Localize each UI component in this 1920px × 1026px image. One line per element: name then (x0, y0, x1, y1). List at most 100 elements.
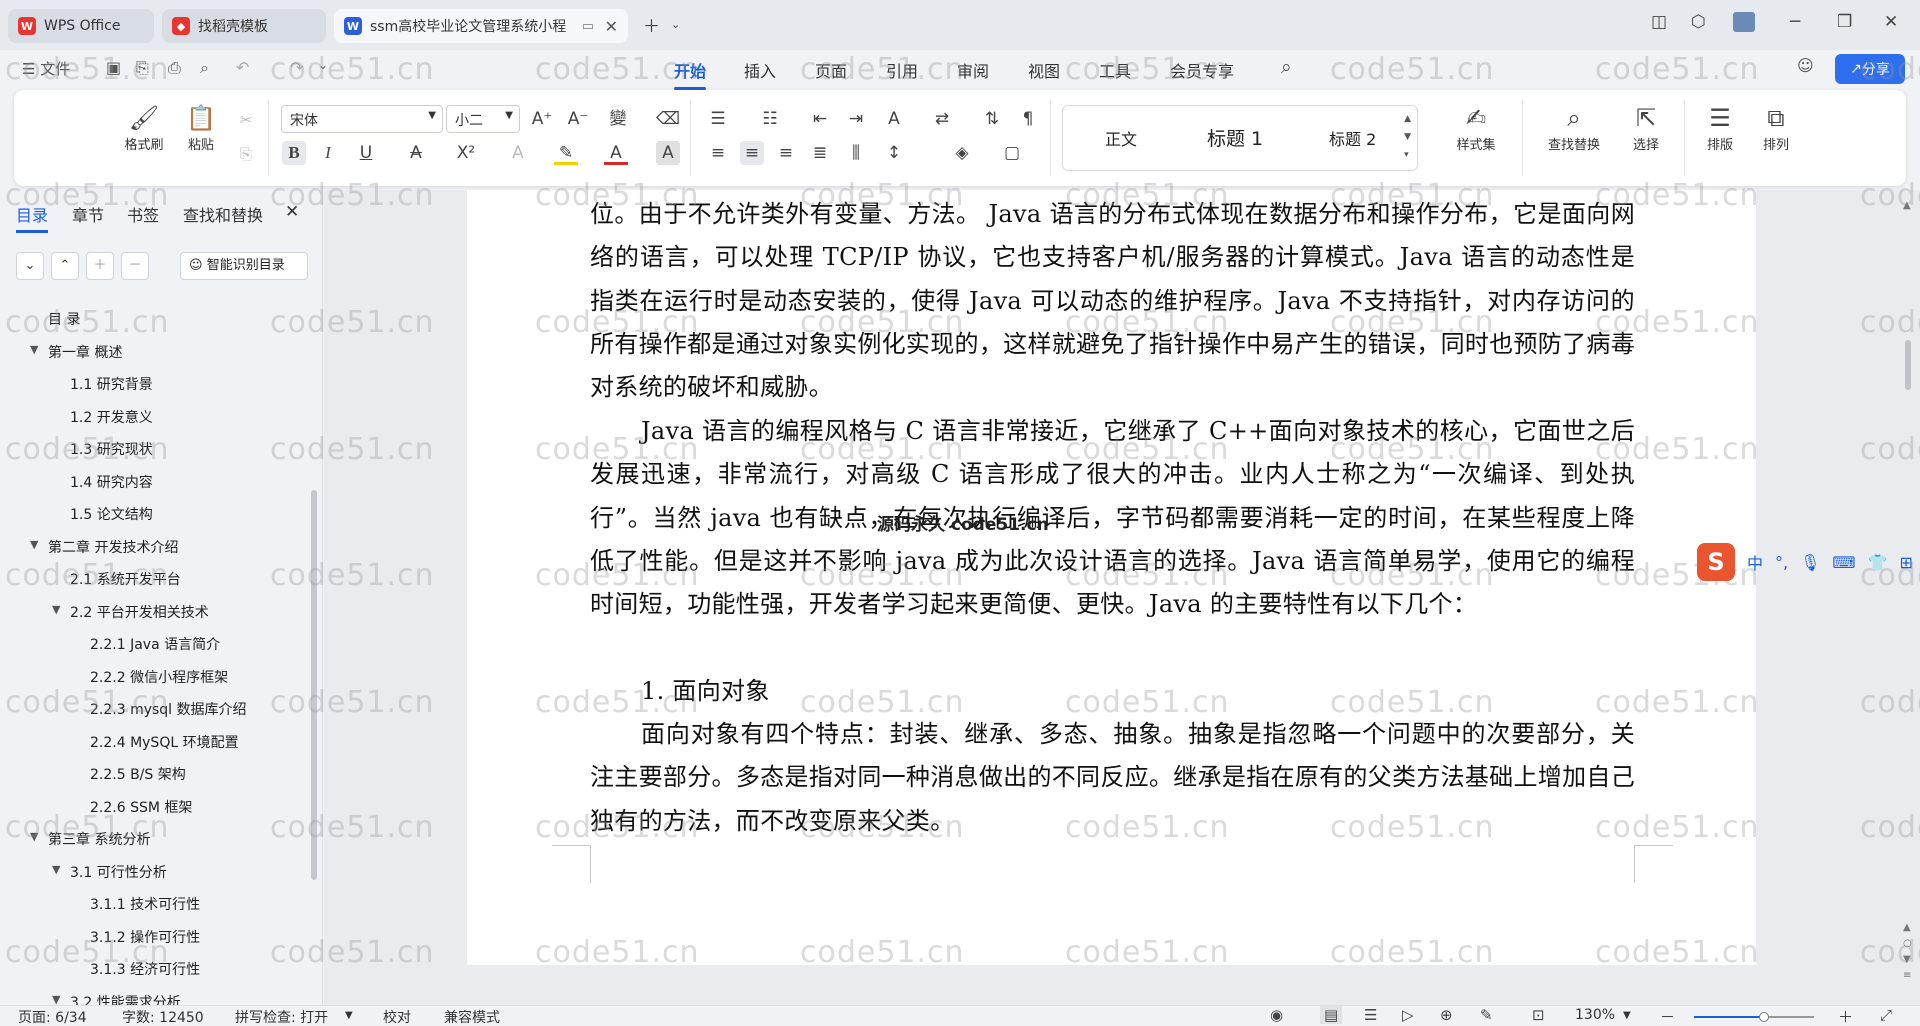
clear-format-icon[interactable]: ⌫ (656, 107, 680, 131)
line-spacing-icon[interactable]: ↕ (882, 141, 906, 165)
copy-icon[interactable]: ⎘ (234, 142, 258, 166)
ime-punct[interactable]: °, (1775, 553, 1788, 572)
toc-item[interactable]: 1.5 论文结构 (70, 504, 153, 524)
toc-item[interactable]: 1.2 开发意义 (70, 407, 153, 427)
toc-item[interactable]: 1.1 研究背景 (70, 374, 153, 394)
ime-mode[interactable]: 中 (1747, 550, 1763, 574)
chevron-down-icon[interactable]: ▼ (1623, 1010, 1631, 1021)
layout-button[interactable]: ☰ 排版 (1692, 102, 1748, 153)
expand-all-icon[interactable]: ⌄ (16, 252, 44, 280)
toc-item[interactable]: 3.1.1 技术可行性 (90, 894, 200, 914)
highlight-icon[interactable]: ✎ (554, 141, 578, 165)
microphone-icon[interactable]: 🎙 (1800, 553, 1820, 572)
fullscreen-icon[interactable]: ⤢ (1880, 1006, 1892, 1024)
monitor-icon[interactable]: ▭ (582, 19, 594, 34)
minimize-icon[interactable]: ─ (1790, 12, 1800, 32)
style-normal[interactable]: 正文 (1105, 126, 1137, 150)
outline-icon[interactable]: ☰ (1364, 1006, 1377, 1024)
skin-icon[interactable]: 👕 (1868, 553, 1888, 572)
style-heading-2[interactable]: 标题 2 (1329, 126, 1376, 150)
grow-font-icon[interactable]: A⁺ (530, 107, 554, 131)
sogou-logo-icon[interactable]: S (1697, 543, 1735, 581)
increase-indent-icon[interactable]: ⇥ (844, 107, 868, 131)
paste-button[interactable]: 📋 粘贴 (176, 102, 226, 153)
menu-insert[interactable]: 插入 (744, 58, 776, 82)
distribute-icon[interactable]: ⫼ (844, 141, 868, 165)
justify-icon[interactable]: ≣ (808, 141, 832, 165)
toc-item[interactable]: 2.2.5 B/S 架构 (90, 764, 186, 784)
collapse-all-icon[interactable]: ⌃ (51, 252, 79, 280)
font-size-select[interactable]: 小二 ▼ (446, 105, 520, 133)
show-marks-icon[interactable]: ¶ (1016, 107, 1040, 131)
expand-arrow-icon[interactable]: ▼ (52, 993, 60, 1006)
page-nav-icons[interactable]: ▲ ○ ▼ ≡ (1903, 920, 1912, 984)
sort-icon[interactable]: ⇅ (980, 107, 1004, 131)
menu-view[interactable]: 视图 (1028, 58, 1060, 82)
zoom-out-icon[interactable]: － (1660, 1006, 1675, 1026)
tab-docer[interactable]: ◆ 找稻壳模板 (162, 9, 326, 43)
bold-icon[interactable]: B (282, 141, 306, 165)
find-replace-button[interactable]: ⌕ 查找替换 (1532, 102, 1616, 153)
chevron-down-icon[interactable]: ⌄ (671, 18, 680, 31)
smart-toc-button[interactable]: ☺ 智能识别目录 (180, 252, 308, 280)
document-scrollbar[interactable] (1905, 340, 1911, 390)
strikethrough-icon[interactable]: A (404, 141, 428, 165)
play-icon[interactable]: ▷ (1402, 1006, 1414, 1024)
select-button[interactable]: ⇱ 选择 (1618, 102, 1674, 153)
zoom-slider-knob[interactable] (1759, 1012, 1769, 1022)
expand-arrow-icon[interactable]: ▼ (52, 603, 60, 616)
web-view-icon[interactable]: ⊕ (1440, 1006, 1453, 1024)
shrink-font-icon[interactable]: A⁻ (566, 107, 590, 131)
expand-arrow-icon[interactable]: ▼ (30, 343, 38, 356)
zoom-level[interactable]: 130% (1575, 1007, 1615, 1023)
expand-arrow-icon[interactable]: ▼ (30, 538, 38, 551)
remove-heading-icon[interactable]: － (121, 252, 149, 280)
italic-icon[interactable]: I (316, 141, 340, 165)
toc-item[interactable]: ▼ 3.1 可行性分析 (52, 862, 167, 882)
search-icon[interactable]: ⌕ (1281, 56, 1292, 78)
tab-find-replace[interactable]: 查找和替换 (183, 202, 263, 226)
align-left-icon[interactable]: ≡ (706, 141, 730, 165)
style-heading-1[interactable]: 标题 1 (1207, 124, 1263, 151)
cube-icon[interactable]: ⬡ (1691, 12, 1706, 32)
proofread[interactable]: 校对 (383, 1007, 411, 1026)
add-heading-icon[interactable]: ＋ (86, 252, 114, 280)
undo-icon[interactable]: ↶ (236, 58, 249, 77)
bullet-list-icon[interactable]: ☰ (706, 107, 730, 131)
pen-icon[interactable]: ✎ (1480, 1006, 1493, 1024)
print-icon[interactable]: ⎙ (168, 58, 181, 78)
layout-icon[interactable]: ◫ (1651, 12, 1667, 32)
spell-check[interactable]: 拼写检查: 打开 (235, 1007, 328, 1026)
arrange-button[interactable]: ⧉ 排列 (1748, 102, 1804, 153)
cut-icon[interactable]: ✂ (234, 108, 258, 132)
style-set-button[interactable]: ✍ 样式集 (1440, 102, 1512, 153)
new-tab-icon[interactable]: ＋ (643, 12, 660, 37)
char-shading-icon[interactable]: A (656, 141, 680, 165)
toc-item[interactable]: 2.2.1 Java 语言简介 (90, 634, 220, 654)
phonetic-icon[interactable]: 變 (606, 107, 630, 131)
toc-item[interactable]: 2.2.2 微信小程序框架 (90, 667, 228, 687)
decrease-indent-icon[interactable]: ⇤ (808, 107, 832, 131)
expand-arrow-icon[interactable]: ▼ (52, 863, 60, 876)
page-indicator[interactable]: 页面: 6/34 (18, 1007, 87, 1026)
word-count[interactable]: 字数: 12450 (122, 1007, 204, 1026)
font-name-select[interactable]: 宋体 ▼ (281, 105, 443, 133)
toc-item[interactable]: ▼ 第二章 开发技术介绍 (30, 537, 178, 557)
keyboard-icon[interactable]: ⌨ (1832, 553, 1855, 572)
eye-icon[interactable]: ◉ (1270, 1006, 1283, 1024)
format-painter-button[interactable]: 🖌 格式刷 (116, 102, 172, 153)
border-icon[interactable]: ▢ (1000, 141, 1024, 165)
toc-item[interactable]: 2.2.4 MySQL 环境配置 (90, 732, 239, 752)
numbered-list-icon[interactable]: ☷ (758, 107, 782, 131)
zoom-in-icon[interactable]: ＋ (1838, 1006, 1853, 1026)
avatar[interactable] (1733, 12, 1755, 32)
gallery-scroll-icon[interactable]: ▲ ▼ ▾ (1404, 110, 1411, 164)
paragraph[interactable]: 位。由于不允许类外有变量、方法。 Java 语言的分布式体现在数据分布和操作分布… (590, 193, 1635, 409)
page-view-icon[interactable]: ▤ (1320, 1006, 1343, 1024)
chevron-down-icon[interactable]: ▼ (345, 1010, 353, 1021)
close-window-icon[interactable]: ✕ (1884, 12, 1898, 32)
font-color-icon[interactable]: A (604, 141, 628, 165)
superscript-icon[interactable]: X² (454, 141, 478, 165)
scroll-up-icon[interactable]: ▲ (1903, 200, 1911, 211)
align-right-icon[interactable]: ≡ (774, 141, 798, 165)
